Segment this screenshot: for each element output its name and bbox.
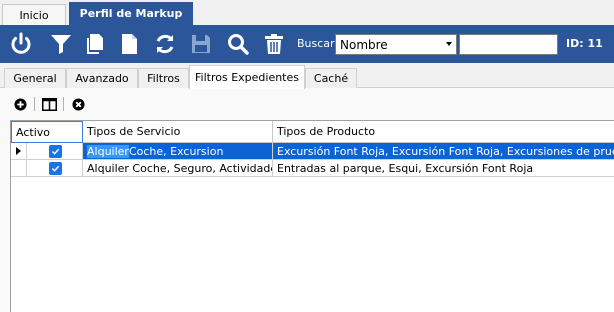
- search-label: Buscar: [297, 37, 335, 50]
- active-checkbox-cell: [27, 160, 83, 177]
- producto-cell[interactable]: Excursión Font Roja, Excursión Font Roja…: [273, 143, 614, 160]
- servicio-selected-text: Alquiler: [87, 144, 129, 158]
- servicio-text: Alquiler Coche, Seguro, Actividades: [87, 161, 273, 175]
- active-checkbox[interactable]: [49, 144, 62, 158]
- producto-text: Entradas al parque, Esqui, Excursión Fon…: [277, 161, 534, 175]
- grid-toolbar: [12, 94, 92, 114]
- grid-header: Activo Tipos de Servicio Tipos de Produc…: [11, 121, 614, 143]
- tab-cache[interactable]: Caché: [305, 68, 357, 88]
- tab-avanzado[interactable]: Avanzado: [66, 68, 138, 88]
- search-input[interactable]: [459, 34, 558, 55]
- tab-perfil-de-markup[interactable]: Perfil de Markup: [69, 2, 193, 25]
- delete-icon[interactable]: [261, 31, 287, 57]
- tab-general[interactable]: General: [4, 68, 66, 88]
- search-field-select[interactable]: Nombre: [335, 34, 457, 55]
- servicio-rest-text: Coche, Excursion: [128, 144, 224, 158]
- power-icon[interactable]: [8, 31, 34, 57]
- column-header-tipos-servicio[interactable]: Tipos de Servicio: [83, 121, 273, 143]
- top-tab-bar: Inicio Perfil de Markup: [0, 0, 614, 25]
- filters-grid: Activo Tipos de Servicio Tipos de Produc…: [10, 120, 614, 312]
- toolbar-separator: [34, 97, 35, 111]
- table-row[interactable]: Alquiler Coche, Seguro, Actividades Entr…: [11, 160, 614, 177]
- producto-text: Excursión Font Roja, Excursión Font Roja…: [277, 144, 614, 158]
- tab-inicio[interactable]: Inicio: [2, 4, 66, 25]
- column-header-activo[interactable]: Activo: [11, 121, 83, 143]
- new-document-icon[interactable]: [116, 31, 142, 57]
- window: Inicio Perfil de Markup Buscar Nombre ID…: [0, 0, 614, 312]
- record-id: ID: 11: [566, 37, 603, 50]
- current-row-indicator-icon: [11, 143, 27, 160]
- main-toolbar: Buscar Nombre ID: 11: [0, 25, 614, 63]
- toolbar-separator: [63, 97, 64, 111]
- chevron-down-icon: [446, 42, 452, 46]
- section-tab-bar: General Avanzado Filtros Filtros Expedie…: [0, 63, 614, 89]
- filtros-expedientes-panel: Activo Tipos de Servicio Tipos de Produc…: [0, 88, 614, 312]
- add-icon[interactable]: [12, 96, 28, 112]
- table-row[interactable]: Alquiler Coche, Excursion Excursión Font…: [11, 143, 614, 160]
- search-field-selected: Nombre: [340, 37, 388, 52]
- tab-filtros-expedientes[interactable]: Filtros Expedientes: [189, 65, 305, 89]
- active-checkbox[interactable]: [49, 161, 62, 175]
- tab-filtros[interactable]: Filtros: [138, 68, 189, 88]
- column-header-tipos-producto[interactable]: Tipos de Producto: [273, 121, 614, 143]
- remove-icon[interactable]: [70, 96, 86, 112]
- servicio-cell[interactable]: Alquiler Coche, Seguro, Actividades: [83, 160, 273, 177]
- servicio-cell[interactable]: Alquiler Coche, Excursion: [83, 143, 273, 160]
- active-checkbox-cell: [27, 143, 83, 160]
- row-header: [11, 160, 27, 177]
- columns-icon[interactable]: [41, 96, 57, 112]
- producto-cell[interactable]: Entradas al parque, Esqui, Excursión Fon…: [273, 160, 614, 177]
- filter-icon[interactable]: [48, 31, 74, 57]
- search-icon[interactable]: [225, 31, 251, 57]
- copy-icon[interactable]: [82, 31, 108, 57]
- refresh-icon[interactable]: [152, 31, 178, 57]
- save-icon[interactable]: [188, 31, 214, 57]
